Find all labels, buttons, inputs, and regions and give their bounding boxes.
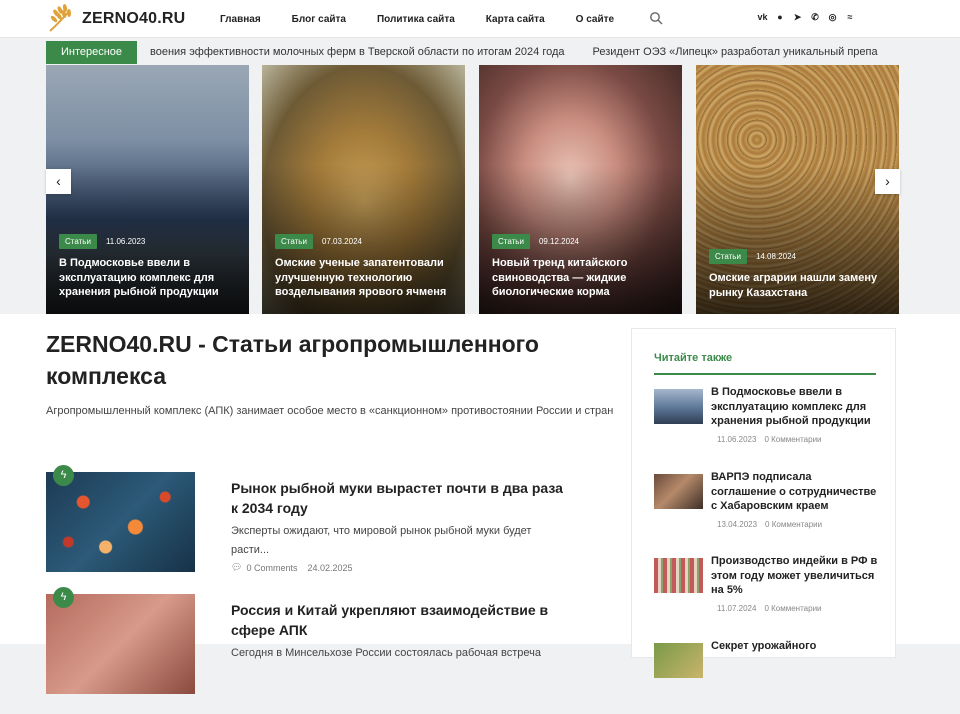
slide-date: 14.08.2024 [755, 252, 796, 261]
slide-card[interactable]: Статьи 07.03.2024 Омские ученые запатент… [262, 65, 465, 314]
nav-sitemap[interactable]: Карта сайта [486, 14, 545, 25]
sidebar-item-comments[interactable]: 0 Комментарии [764, 604, 821, 613]
page-title: ZERNO40.RU - Статьи агропромышленного ко… [46, 331, 539, 389]
slide-date: 09.12.2024 [538, 237, 579, 246]
slide-card[interactable]: Статьи 14.08.2024 Омские аграрии нашли з… [696, 65, 899, 314]
post-excerpt: Эксперты ожидают, что мировой рынок рыбн… [231, 525, 532, 556]
lightning-icon: ϟ [53, 587, 74, 608]
sidebar-item-date: 11.07.2024 [717, 604, 757, 613]
sidebar-item: ВАРПЭ подписала соглашение о сотрудничес… [654, 470, 879, 545]
nav-about[interactable]: О сайте [576, 14, 614, 25]
slide-date: 07.03.2024 [321, 237, 362, 246]
slide-title[interactable]: Новый тренд китайского свиноводства — жи… [492, 256, 672, 300]
whatsapp-icon[interactable]: ◎ [827, 12, 838, 23]
main-content: ZERNO40.RU - Статьи агропромышленного ко… [0, 314, 960, 694]
page-lead: Агропромышленный комплекс (АПК) занимает… [46, 405, 614, 417]
sidebar-thumbnail[interactable] [654, 474, 703, 509]
post-thumbnail-koi[interactable] [46, 472, 195, 572]
vk-icon[interactable]: vk [757, 12, 768, 23]
sidebar-thumbnail[interactable] [654, 558, 703, 593]
sidebar-item-date: 11.06.2023 [717, 435, 757, 444]
post-date: 24.02.2025 [307, 562, 353, 573]
comment-icon: 💬︎ [231, 562, 243, 572]
post-title[interactable]: Россия и Китай укрепляют взаимодействие … [231, 600, 571, 640]
main-nav: Главная Блог сайта Политика сайта Карта … [220, 0, 645, 38]
sidebar-item-title[interactable]: В Подмосковье ввели в эксплуатацию компл… [711, 385, 879, 429]
category-tag[interactable]: Статьи [492, 234, 530, 249]
sidebar-item-title[interactable]: ВАРПЭ подписала соглашение о сотрудничес… [711, 470, 879, 514]
slide-card[interactable]: Статьи 11.06.2023 В Подмосковье ввели в … [46, 65, 249, 314]
category-tag[interactable]: Статьи [709, 249, 747, 264]
sidebar-read-also: Читайте также В Подмосковье ввели в эксп… [631, 328, 896, 678]
category-tag[interactable]: Статьи [275, 234, 313, 249]
wheat-logo-icon [49, 4, 72, 32]
ticker-item[interactable]: Резидент ОЭЗ «Липецк» разработал уникаль… [593, 46, 878, 58]
sidebar-item: В Подмосковье ввели в эксплуатацию компл… [654, 385, 879, 460]
sidebar-item: Секрет урожайного [654, 639, 879, 714]
sidebar-item-title[interactable]: Производство индейки в РФ в этом году мо… [711, 554, 879, 598]
sidebar-title: Читайте также [654, 352, 733, 364]
slide-title[interactable]: Омские аграрии нашли замену рынку Казахс… [709, 271, 889, 300]
post-card: ϟ Россия и Китай укрепляют взаимодействи… [46, 587, 591, 704]
ok-icon[interactable]: ● [775, 12, 786, 23]
post-comments[interactable]: 0 Comments [246, 563, 297, 573]
sidebar-item-comments[interactable]: 0 Комментарии [765, 520, 822, 529]
rss-icon[interactable]: ≈ [845, 12, 856, 23]
slider-next-button[interactable]: › [875, 169, 900, 194]
post-card: ϟ Рынок рыбной муки вырастет почти в два… [46, 465, 591, 582]
category-tag[interactable]: Статьи [59, 234, 97, 249]
slide-date: 11.06.2023 [105, 237, 146, 246]
news-ticker: Интересное воения эффективности молочных… [46, 40, 900, 64]
slider-prev-button[interactable]: ‹ [46, 169, 71, 194]
slide-card[interactable]: Статьи 09.12.2024 Новый тренд китайского… [479, 65, 682, 314]
slide-title[interactable]: В Подмосковье ввели в эксплуатацию компл… [59, 256, 239, 300]
post-thumbnail[interactable] [46, 594, 195, 694]
post-title[interactable]: Рынок рыбной муки вырастет почти в два р… [231, 478, 571, 518]
telegram-icon[interactable]: ➤ [792, 12, 803, 23]
site-logo[interactable]: ZERNO40.RU [46, 4, 185, 34]
ticker-label: Интересное [46, 41, 137, 64]
lightning-icon: ϟ [53, 465, 74, 486]
slide-title[interactable]: Омские ученые запатентовали улучшенную т… [275, 256, 455, 300]
phone-icon[interactable]: ✆ [810, 12, 821, 23]
sidebar-thumbnail[interactable] [654, 643, 703, 678]
sidebar-item-title[interactable]: Секрет урожайного [711, 639, 879, 654]
nav-blog[interactable]: Блог сайта [292, 14, 346, 25]
sidebar-divider [654, 373, 876, 375]
sidebar-thumbnail[interactable] [654, 389, 703, 424]
ticker-track: воения эффективности молочных ферм в Тве… [150, 41, 900, 64]
featured-slider: Статьи 11.06.2023 В Подмосковье ввели в … [46, 65, 900, 314]
nav-home[interactable]: Главная [220, 14, 261, 25]
nav-policy[interactable]: Политика сайта [377, 14, 455, 25]
sidebar-item: Производство индейки в РФ в этом году мо… [654, 554, 879, 629]
sidebar-item-comments[interactable]: 0 Комментарии [764, 435, 821, 444]
ticker-item[interactable]: воения эффективности молочных ферм в Тве… [150, 46, 565, 58]
site-header: ZERNO40.RU Главная Блог сайта Политика с… [0, 0, 960, 38]
post-excerpt: Сегодня в Минсельхозе России состоялась … [231, 647, 541, 659]
sidebar-item-date: 13.04.2023 [717, 520, 758, 529]
logo-text: ZERNO40.RU [82, 10, 186, 27]
social-links: vk ● ➤ ✆ ◎ ≈ [757, 12, 862, 23]
search-icon[interactable] [649, 11, 663, 25]
